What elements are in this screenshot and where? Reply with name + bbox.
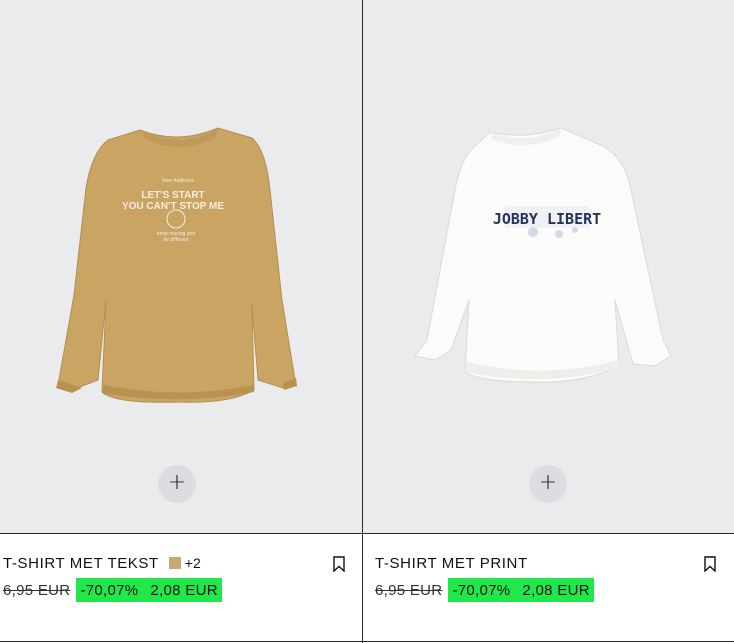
product-card[interactable]: New Additions LET'S START YOU CAN'T STOP… [0, 0, 362, 643]
old-price: 6,95 EUR [3, 581, 71, 599]
sale-price-badge: -70,07% 2,08 EUR [76, 578, 222, 602]
add-to-cart-button[interactable]: + [158, 465, 196, 503]
sale-price-badge: -70,07% 2,08 EUR [448, 578, 594, 602]
plus-icon: + [167, 470, 187, 495]
divider [0, 533, 362, 534]
print-line: LET'S START [141, 190, 204, 201]
discount-percent: -70,07% [80, 581, 139, 599]
print-line: be different [164, 237, 190, 243]
white-sweatshirt-image: JOBBY LIBERT [414, 127, 672, 383]
product-info: T-SHIRT MET PRINT 6,95 EUR -70,07% 2,08 … [375, 552, 734, 612]
product-name[interactable]: T-SHIRT MET PRINT [375, 555, 528, 572]
new-price: 2,08 EUR [522, 581, 590, 599]
product-name[interactable]: T-SHIRT MET TEKST [3, 555, 159, 572]
plus-icon: + [538, 470, 558, 495]
product-image[interactable]: JOBBY LIBERT + [363, 0, 734, 533]
print-text: JOBBY LIBERT [493, 210, 601, 228]
add-to-cart-button[interactable]: + [529, 465, 567, 503]
discount-percent: -70,07% [452, 581, 511, 599]
product-image[interactable]: New Additions LET'S START YOU CAN'T STOP… [0, 0, 362, 533]
product-info: T-SHIRT MET TEKST +2 6,95 EUR -70,07% 2,… [3, 552, 362, 612]
bookmark-icon[interactable] [704, 556, 716, 572]
grid-bottom-border [0, 641, 734, 642]
product-card[interactable]: JOBBY LIBERT + T-SHIRT MET PRINT 6,95 EU… [363, 0, 734, 643]
more-colors-count[interactable]: +2 [185, 555, 201, 571]
bookmark-icon[interactable] [333, 556, 345, 572]
old-price: 6,95 EUR [375, 581, 443, 599]
new-price: 2,08 EUR [150, 581, 218, 599]
product-grid: New Additions LET'S START YOU CAN'T STOP… [0, 0, 734, 643]
color-swatch[interactable] [168, 557, 181, 569]
divider [363, 533, 734, 534]
print-line: New Additions [162, 178, 194, 184]
beige-sweatshirt-image: New Additions LET'S START YOU CAN'T STOP… [56, 127, 297, 403]
